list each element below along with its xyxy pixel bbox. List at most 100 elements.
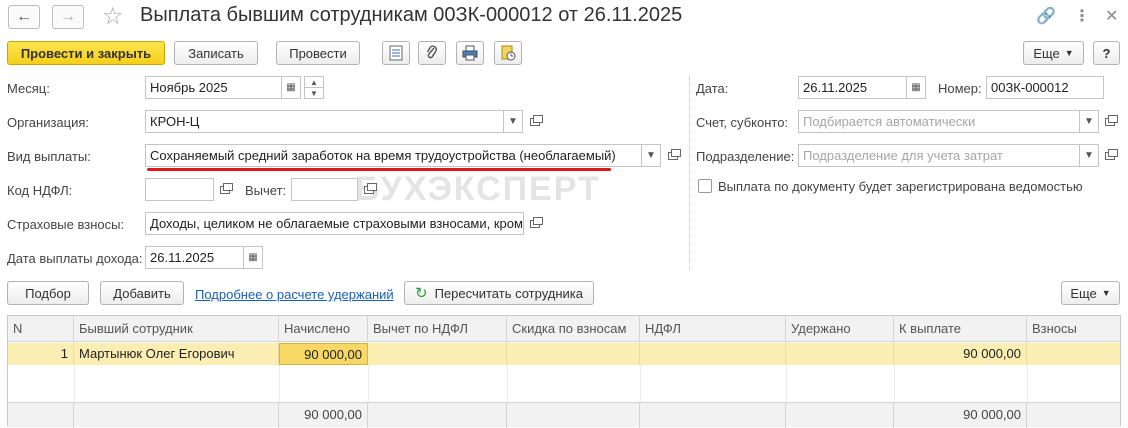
- watermark: БУХЭКСПЕРТ: [355, 170, 601, 208]
- ndfl-code-field[interactable]: [145, 178, 214, 201]
- calendar-icon: ▦: [286, 82, 296, 93]
- deduction-field[interactable]: [291, 178, 358, 201]
- grid-line: [786, 365, 787, 402]
- footer-cell: [8, 403, 74, 428]
- income-date-calendar-button[interactable]: ▦: [243, 246, 263, 269]
- add-button[interactable]: Добавить: [100, 281, 184, 305]
- organization-field[interactable]: КРОН-Ц: [145, 110, 504, 133]
- arrow-right-icon: →: [60, 8, 76, 25]
- statement-checkbox-label: Выплата по документу будет зарегистриров…: [718, 179, 1083, 194]
- row-insurance-discount[interactable]: [507, 343, 640, 365]
- grid-line: [279, 365, 280, 402]
- calendar-icon: ▦: [911, 82, 921, 93]
- column-header-payout[interactable]: К выплате: [894, 316, 1027, 342]
- table-header: N Бывший сотрудник Начислено Вычет по НД…: [8, 316, 1120, 342]
- footer-cell: [640, 403, 786, 428]
- calendar-button[interactable]: ▦: [281, 76, 301, 99]
- chevron-down-icon: ▼: [1101, 288, 1111, 298]
- date-field[interactable]: 26.11.2025: [798, 76, 907, 99]
- close-icon[interactable]: ✕: [1105, 6, 1118, 26]
- column-header-insurance-discount[interactable]: Скидка по взносам: [507, 316, 640, 342]
- forward-button[interactable]: →: [52, 5, 84, 29]
- report-button[interactable]: [382, 41, 410, 65]
- row-number: 1: [8, 343, 74, 365]
- number-field[interactable]: 00ЗК-000012: [986, 76, 1104, 99]
- chevron-down-icon: ▼: [1084, 116, 1094, 127]
- deduction-open-button[interactable]: [361, 180, 379, 198]
- favorite-star-icon[interactable]: ☆: [102, 2, 124, 31]
- table-row[interactable]: 1 Мартынюк Олег Егорович 90 000,00 90 00…: [8, 343, 1120, 365]
- refresh-icon: ↻: [414, 285, 428, 302]
- more-vertical-icon[interactable]: ⋮: [1074, 6, 1090, 26]
- employees-table: N Бывший сотрудник Начислено Вычет по НД…: [7, 315, 1121, 428]
- help-button[interactable]: ?: [1093, 41, 1120, 65]
- footer-accrued-total: 90 000,00: [279, 403, 368, 428]
- row-contributions[interactable]: [1027, 343, 1122, 365]
- footer-payout-total: 90 000,00: [894, 403, 1027, 428]
- organization-open-button[interactable]: [527, 112, 545, 130]
- payment-type-dropdown-button[interactable]: ▼: [641, 144, 661, 167]
- document-clock-icon: [501, 45, 516, 61]
- insurance-open-button[interactable]: [527, 214, 545, 232]
- deduction-label: Вычет:: [245, 183, 287, 198]
- row-ndfl-deduction[interactable]: [368, 343, 507, 365]
- more-button[interactable]: Еще ▼: [1023, 41, 1084, 65]
- grid-line: [894, 365, 895, 402]
- print-button[interactable]: [456, 41, 484, 65]
- insurance-field[interactable]: Доходы, целиком не облагаемые страховыми…: [145, 212, 524, 235]
- column-divider: [689, 76, 690, 270]
- number-label: Номер:: [938, 81, 982, 96]
- payment-type-open-button[interactable]: [665, 146, 683, 164]
- organization-dropdown-button[interactable]: ▼: [503, 110, 523, 133]
- post-button[interactable]: Провести: [276, 41, 360, 65]
- date-calendar-button[interactable]: ▦: [906, 76, 926, 99]
- paperclip-icon: [426, 45, 437, 59]
- post-and-close-button[interactable]: Провести и закрыть: [7, 41, 165, 65]
- ndfl-code-open-button[interactable]: [217, 180, 235, 198]
- row-employee[interactable]: Мартынюк Олег Егорович: [74, 343, 279, 365]
- select-button[interactable]: Подбор: [7, 281, 89, 305]
- grid-line: [74, 365, 75, 402]
- column-header-withheld[interactable]: Удержано: [786, 316, 894, 342]
- row-accrued[interactable]: 90 000,00: [279, 343, 368, 365]
- column-header-employee[interactable]: Бывший сотрудник: [74, 316, 279, 342]
- department-open-button[interactable]: [1102, 146, 1120, 164]
- save-button[interactable]: Записать: [174, 41, 258, 65]
- column-header-ndfl-deduction[interactable]: Вычет по НДФЛ: [368, 316, 507, 342]
- row-withheld[interactable]: [786, 343, 894, 365]
- chevron-down-icon: ▼: [1064, 48, 1074, 58]
- grid-line: [640, 365, 641, 402]
- income-date-field[interactable]: 26.11.2025: [145, 246, 244, 269]
- account-field[interactable]: Подбирается автоматически: [798, 110, 1080, 133]
- payment-type-label: Вид выплаты:: [7, 149, 91, 164]
- column-header-ndfl[interactable]: НДФЛ: [640, 316, 786, 342]
- account-dropdown-button[interactable]: ▼: [1079, 110, 1099, 133]
- table-footer: 90 000,00 90 000,00: [8, 402, 1120, 428]
- chevron-down-icon: ▼: [508, 116, 518, 127]
- department-dropdown-button[interactable]: ▼: [1079, 144, 1099, 167]
- row-ndfl[interactable]: [640, 343, 786, 365]
- statement-checkbox[interactable]: [698, 179, 712, 193]
- chevron-down-icon: ▼: [310, 88, 318, 98]
- income-date-label: Дата выплаты дохода:: [7, 251, 143, 266]
- month-label: Месяц:: [7, 81, 50, 96]
- column-header-n[interactable]: N: [8, 316, 74, 342]
- department-field[interactable]: Подразделение для учета затрат: [798, 144, 1080, 167]
- printer-icon: [462, 45, 478, 61]
- account-open-button[interactable]: [1102, 112, 1120, 130]
- column-header-contributions[interactable]: Взносы: [1027, 316, 1122, 342]
- table-more-button[interactable]: Еще ▼: [1061, 281, 1120, 305]
- footer-cell: [368, 403, 507, 428]
- link-icon[interactable]: 🔗: [1036, 6, 1056, 26]
- payment-type-field[interactable]: Сохраняемый средний заработок на время т…: [145, 144, 642, 167]
- attach-button[interactable]: [418, 41, 446, 65]
- column-header-accrued[interactable]: Начислено: [279, 316, 368, 342]
- details-link[interactable]: Подробнее о расчете удержаний: [195, 287, 394, 302]
- calendar-icon: ▦: [248, 252, 258, 263]
- month-field[interactable]: Ноябрь 2025: [145, 76, 282, 99]
- month-down-button[interactable]: ▼: [304, 87, 324, 99]
- structure-button[interactable]: [494, 41, 522, 65]
- recalc-button[interactable]: ↻ Пересчитать сотрудника: [404, 281, 594, 305]
- row-payout[interactable]: 90 000,00: [894, 343, 1027, 365]
- back-button[interactable]: ←: [8, 5, 40, 29]
